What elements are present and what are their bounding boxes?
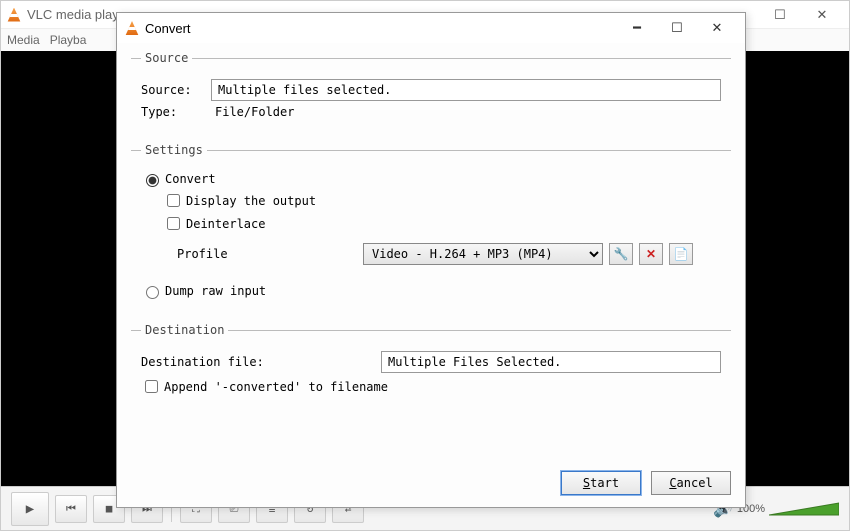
dialog-footer: Start Cancel (117, 463, 745, 507)
main-close-button[interactable]: ✕ (801, 3, 843, 27)
deinterlace-checkbox[interactable] (167, 217, 180, 230)
dialog-body: Source Source: Type: File/Folder Setting… (117, 43, 745, 463)
main-maximize-button[interactable]: ☐ (759, 3, 801, 27)
profile-label: Profile (177, 247, 357, 261)
dump-radio-label: Dump raw input (165, 284, 266, 298)
type-value: File/Folder (211, 105, 294, 119)
edit-profile-button[interactable]: 🔧 (609, 243, 633, 265)
wrench-icon: 🔧 (614, 247, 629, 261)
display-output-label: Display the output (186, 194, 316, 208)
menu-playback[interactable]: Playba (50, 33, 87, 47)
profile-select[interactable]: Video - H.264 + MP3 (MP4) (363, 243, 603, 265)
delete-profile-button[interactable]: ✕ (639, 243, 663, 265)
dialog-titlebar: Convert ━ ☐ ✕ (117, 13, 745, 43)
convert-radio-label: Convert (165, 172, 216, 186)
vlc-cone-icon (125, 21, 139, 35)
source-legend: Source (141, 51, 192, 65)
convert-dialog: Convert ━ ☐ ✕ Source Source: Type: File/… (116, 12, 746, 508)
new-profile-icon: 📄 (674, 247, 689, 261)
prev-button[interactable]: ⏮ (55, 495, 87, 523)
settings-group: Settings Convert Display the output Dein… (131, 143, 731, 311)
deinterlace-label: Deinterlace (186, 217, 265, 231)
display-output-checkbox[interactable] (167, 194, 180, 207)
volume-slider[interactable] (769, 501, 839, 517)
destination-group: Destination Destination file: Append '-c… (131, 323, 731, 408)
append-converted-checkbox[interactable] (145, 380, 158, 393)
append-converted-label: Append '-converted' to filename (164, 380, 388, 394)
destination-input[interactable] (381, 351, 721, 373)
settings-legend: Settings (141, 143, 207, 157)
destination-legend: Destination (141, 323, 228, 337)
start-button[interactable]: Start (561, 471, 641, 495)
menu-media[interactable]: Media (7, 33, 40, 47)
destination-label: Destination file: (141, 355, 321, 369)
source-input[interactable] (211, 79, 721, 101)
cancel-button[interactable]: Cancel (651, 471, 731, 495)
source-group: Source Source: Type: File/Folder (131, 51, 731, 131)
dialog-minimize-button[interactable]: ━ (617, 16, 657, 40)
source-label: Source: (141, 83, 211, 97)
vlc-cone-icon (7, 8, 21, 22)
play-button[interactable]: ▶ (11, 492, 49, 526)
dialog-maximize-button[interactable]: ☐ (657, 16, 697, 40)
new-profile-button[interactable]: 📄 (669, 243, 693, 265)
main-window-title: VLC media player (27, 7, 130, 22)
delete-icon: ✕ (646, 247, 656, 261)
dialog-close-button[interactable]: ✕ (697, 16, 737, 40)
dialog-title: Convert (145, 21, 191, 36)
type-label: Type: (141, 105, 211, 119)
convert-radio[interactable] (146, 174, 159, 187)
dump-radio[interactable] (146, 286, 159, 299)
